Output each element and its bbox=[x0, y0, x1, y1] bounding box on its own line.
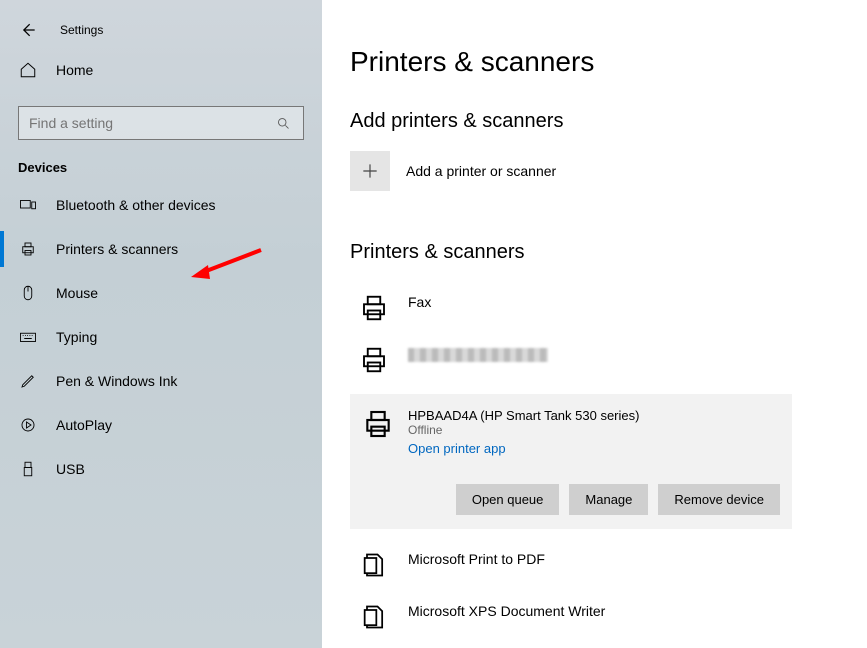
plus-icon bbox=[360, 161, 380, 181]
remove-device-button[interactable]: Remove device bbox=[658, 484, 780, 515]
sidebar-item-mouse[interactable]: Mouse bbox=[0, 271, 322, 315]
printer-icon bbox=[362, 408, 394, 456]
sidebar: Settings Home Devices Bluetooth & other … bbox=[0, 0, 322, 648]
document-icon bbox=[356, 547, 392, 583]
printer-name: Fax bbox=[408, 290, 431, 310]
app-title: Settings bbox=[60, 23, 103, 37]
document-icon bbox=[356, 599, 392, 635]
printer-name: Microsoft Print to PDF bbox=[408, 547, 545, 567]
add-tile bbox=[350, 151, 390, 191]
sidebar-section-title: Devices bbox=[0, 146, 322, 183]
arrow-left-icon bbox=[18, 20, 38, 40]
autoplay-icon bbox=[18, 415, 38, 435]
sidebar-item-label: Pen & Windows Ink bbox=[56, 373, 177, 389]
sidebar-item-autoplay[interactable]: AutoPlay bbox=[0, 403, 322, 447]
section-list-title: Printers & scanners bbox=[350, 241, 867, 264]
pen-icon bbox=[18, 371, 38, 391]
sidebar-home[interactable]: Home bbox=[0, 48, 322, 92]
main-content: Printers & scanners Add printers & scann… bbox=[322, 0, 867, 648]
header: Settings bbox=[0, 12, 322, 48]
section-add-title: Add printers & scanners bbox=[350, 110, 867, 133]
sidebar-item-label: Printers & scanners bbox=[56, 241, 178, 257]
printer-name: HPBAAD4A (HP Smart Tank 530 series) bbox=[408, 408, 639, 423]
page-title: Printers & scanners bbox=[350, 46, 867, 78]
sidebar-item-usb[interactable]: USB bbox=[0, 447, 322, 491]
printer-icon bbox=[18, 239, 38, 259]
home-icon bbox=[18, 60, 38, 80]
sidebar-item-pen[interactable]: Pen & Windows Ink bbox=[0, 359, 322, 403]
usb-icon bbox=[18, 459, 38, 479]
printer-icon bbox=[356, 342, 392, 378]
devices-icon bbox=[18, 195, 38, 215]
printer-name-redacted bbox=[408, 342, 548, 362]
printer-item-mspdf[interactable]: Microsoft Print to PDF bbox=[350, 539, 867, 591]
search-icon bbox=[273, 113, 293, 133]
sidebar-home-label: Home bbox=[56, 62, 93, 78]
open-printer-app-link[interactable]: Open printer app bbox=[408, 441, 639, 456]
keyboard-icon bbox=[18, 327, 38, 347]
open-queue-button[interactable]: Open queue bbox=[456, 484, 560, 515]
sidebar-item-typing[interactable]: Typing bbox=[0, 315, 322, 359]
add-printer-label: Add a printer or scanner bbox=[406, 163, 556, 179]
printer-item-fax[interactable]: Fax bbox=[350, 282, 867, 334]
sidebar-item-printers[interactable]: Printers & scanners bbox=[0, 227, 322, 271]
sidebar-item-label: AutoPlay bbox=[56, 417, 112, 433]
printer-item-selected[interactable]: HPBAAD4A (HP Smart Tank 530 series) Offl… bbox=[350, 394, 792, 529]
printer-item-redacted[interactable] bbox=[350, 334, 867, 386]
add-printer-row[interactable]: Add a printer or scanner bbox=[350, 151, 867, 191]
printer-name: Microsoft XPS Document Writer bbox=[408, 599, 605, 619]
search-box[interactable] bbox=[18, 106, 304, 140]
sidebar-item-label: Mouse bbox=[56, 285, 98, 301]
sidebar-item-label: Typing bbox=[56, 329, 97, 345]
back-button[interactable] bbox=[16, 18, 40, 42]
sidebar-item-bluetooth[interactable]: Bluetooth & other devices bbox=[0, 183, 322, 227]
printer-item-msxps[interactable]: Microsoft XPS Document Writer bbox=[350, 591, 867, 643]
mouse-icon bbox=[18, 283, 38, 303]
printer-status: Offline bbox=[408, 423, 639, 437]
sidebar-item-label: Bluetooth & other devices bbox=[56, 197, 216, 213]
sidebar-item-label: USB bbox=[56, 461, 85, 477]
manage-button[interactable]: Manage bbox=[569, 484, 648, 515]
printer-icon bbox=[356, 290, 392, 326]
search-input[interactable] bbox=[29, 115, 269, 131]
